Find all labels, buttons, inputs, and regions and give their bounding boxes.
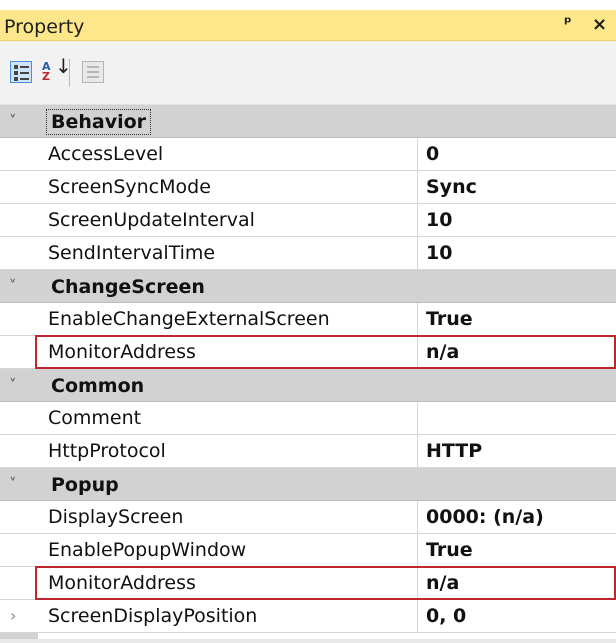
chevron-down-icon[interactable]: ˅ [9,277,17,295]
property-name: DisplayScreen [38,501,418,533]
category-changescreen[interactable]: ˅ ChangeScreen [0,270,616,303]
property-name: MonitorAddress [38,567,418,599]
property-row[interactable]: AccessLevel 0 [0,138,616,171]
chevron-down-icon[interactable]: ˅ [9,376,17,394]
property-pages-icon[interactable] [82,61,104,83]
close-icon[interactable]: × [592,14,607,35]
category-label: Behavior [45,109,152,135]
property-row[interactable]: DisplayScreen 0000: (n/a) [0,501,616,534]
property-grid: ˅ Behavior AccessLevel 0 ScreenSyncMode … [0,105,616,639]
property-row[interactable]: › ScreenDisplayPosition 0, 0 [0,600,616,633]
property-row[interactable]: MonitorAddress n/a [0,567,616,600]
panel-title: Property [4,16,85,38]
property-value[interactable]: 0 [419,138,616,170]
category-label: ChangeScreen [51,276,205,298]
property-value[interactable]: 10 [419,237,616,269]
toolbar-divider [69,59,70,87]
property-value[interactable]: n/a [419,567,616,599]
property-row[interactable]: MonitorAddress n/a [0,336,616,369]
property-value[interactable]: 0000: (n/a) [419,501,616,533]
property-value[interactable]: 10 [419,204,616,236]
property-name: SendIntervalTime [38,237,418,269]
category-popup[interactable]: ˅ Popup [0,468,616,501]
property-name: HttpProtocol [38,435,418,467]
chevron-down-icon[interactable]: ˅ [9,475,17,493]
property-row[interactable]: EnableChangeExternalScreen True [0,303,616,336]
property-value[interactable]: 0, 0 [419,600,616,632]
property-name: ScreenUpdateInterval [38,204,418,236]
property-row[interactable]: EnablePopupWindow True [0,534,616,567]
property-row[interactable]: HttpProtocol HTTP [0,435,616,468]
alphabetical-sort-icon[interactable]: A Z ↓ [42,56,72,83]
property-value[interactable]: HTTP [419,435,616,467]
property-name: Comment [38,402,418,434]
category-label: Popup [51,474,119,496]
category-behavior[interactable]: ˅ Behavior [0,105,616,138]
property-name: EnablePopupWindow [38,534,418,566]
property-value[interactable]: Sync [419,171,616,203]
property-toolbar: A Z ↓ [0,41,616,105]
pin-icon[interactable]: ᵖ [564,13,572,32]
category-label: Common [51,375,145,397]
chevron-right-icon[interactable]: › [10,606,16,625]
property-name: ScreenDisplayPosition [38,600,418,632]
property-value[interactable]: n/a [419,336,616,368]
property-row[interactable]: ScreenUpdateInterval 10 [0,204,616,237]
chevron-down-icon[interactable]: ˅ [9,112,17,130]
property-value[interactable]: True [419,534,616,566]
categorized-view-icon[interactable] [10,61,32,83]
property-row[interactable]: Comment [0,402,616,435]
property-row[interactable]: ScreenSyncMode Sync [0,171,616,204]
panel-title-bar: Property ᵖ × [0,10,616,41]
property-value[interactable] [419,402,616,434]
property-name: AccessLevel [38,138,418,170]
property-name: EnableChangeExternalScreen [38,303,418,335]
property-name: MonitorAddress [38,336,418,368]
property-name: ScreenSyncMode [38,171,418,203]
property-row[interactable]: SendIntervalTime 10 [0,237,616,270]
property-value[interactable]: True [419,303,616,335]
horizontal-scrollbar[interactable] [0,639,616,643]
category-common[interactable]: ˅ Common [0,369,616,402]
